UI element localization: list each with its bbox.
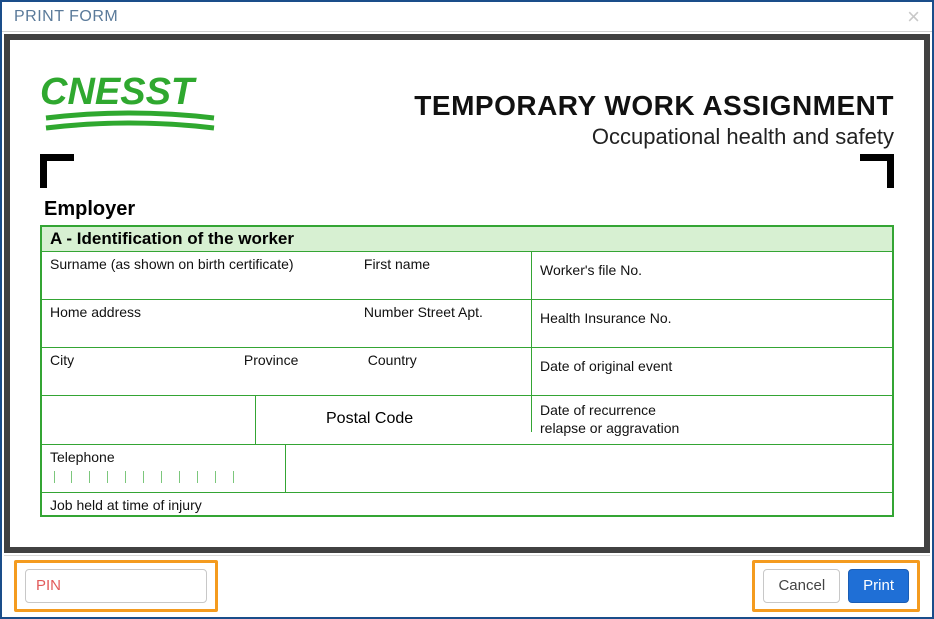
cancel-button[interactable]: Cancel — [763, 569, 840, 603]
label-province: Province — [244, 352, 364, 368]
section-a-box: A - Identification of the worker Surname… — [40, 225, 894, 517]
pin-highlight — [14, 560, 218, 612]
cell-surname-firstname: Surname (as shown on birth certificate) … — [42, 252, 532, 299]
cell-date-original: Date of original event — [532, 348, 892, 395]
cnesst-logo: CNESST — [40, 68, 220, 145]
cell-telephone: Telephone — [42, 445, 286, 492]
cell-telephone-right — [286, 445, 892, 492]
label-city: City — [50, 352, 240, 368]
modal-title: PRINT FORM — [14, 8, 118, 26]
label-telephone: Telephone — [50, 449, 115, 465]
row-telephone: Telephone — [42, 445, 892, 493]
label-first-name: First name — [364, 256, 430, 272]
cell-job-held: Job held at time of injury — [42, 493, 892, 515]
row-city: City Province Country Date of original e… — [42, 348, 892, 396]
document-subtitle: Occupational health and safety — [414, 124, 894, 150]
employer-heading: Employer — [44, 198, 894, 221]
cell-workers-file: Worker's file No. — [532, 252, 892, 299]
cell-home-address: Home address Number Street Apt. — [42, 300, 532, 347]
corner-top-right — [860, 154, 894, 188]
svg-text:CNESST: CNESST — [40, 71, 197, 113]
label-postal-code: Postal Code — [326, 410, 413, 427]
document-main-title: TEMPORARY WORK ASSIGNMENT — [414, 90, 894, 122]
cell-city-province-country: City Province Country — [42, 348, 532, 395]
label-date-original: Date of original event — [540, 358, 672, 374]
buttons-highlight: Cancel Print — [752, 560, 920, 612]
label-surname: Surname (as shown on birth certificate) — [50, 256, 360, 272]
label-country: Country — [368, 352, 417, 368]
cell-postal-code: Postal Code — [256, 396, 532, 432]
pin-input[interactable] — [25, 569, 207, 603]
label-home-address: Home address — [50, 304, 360, 320]
label-date-recurrence-2: relapse or aggravation — [540, 420, 884, 436]
cell-health-insurance: Health Insurance No. — [532, 300, 892, 347]
row-name: Surname (as shown on birth certificate) … — [42, 252, 892, 300]
telephone-ticks — [54, 471, 277, 483]
document-header: CNESST TEMPORARY WORK ASSIGNMENT Occupat… — [40, 62, 894, 150]
label-health-insurance: Health Insurance No. — [540, 310, 672, 326]
label-number-street-apt: Number Street Apt. — [364, 304, 483, 320]
row-postal: Postal Code Date of recurrence relapse o… — [42, 396, 892, 445]
crop-marks — [40, 154, 894, 192]
row-job: Job held at time of injury — [42, 493, 892, 515]
modal-header: PRINT FORM × — [2, 2, 932, 32]
label-workers-file-no: Worker's file No. — [540, 262, 642, 278]
document-titles: TEMPORARY WORK ASSIGNMENT Occupational h… — [414, 90, 894, 150]
section-a-title: A - Identification of the worker — [42, 227, 892, 252]
cell-date-recurrence: Date of recurrence relapse or aggravatio… — [532, 396, 892, 444]
cell-postal-left-blank — [42, 396, 256, 444]
document-preview: CNESST TEMPORARY WORK ASSIGNMENT Occupat… — [4, 34, 930, 553]
print-button[interactable]: Print — [848, 569, 909, 603]
print-form-modal: PRINT FORM × CNESST TEMPORARY WORK ASSIG… — [0, 0, 934, 619]
label-job-held: Job held at time of injury — [50, 497, 202, 513]
label-date-recurrence-1: Date of recurrence — [540, 402, 884, 418]
corner-top-left — [40, 154, 74, 188]
row-address: Home address Number Street Apt. Health I… — [42, 300, 892, 348]
modal-footer: Cancel Print — [4, 555, 930, 615]
close-button[interactable]: × — [907, 6, 920, 28]
